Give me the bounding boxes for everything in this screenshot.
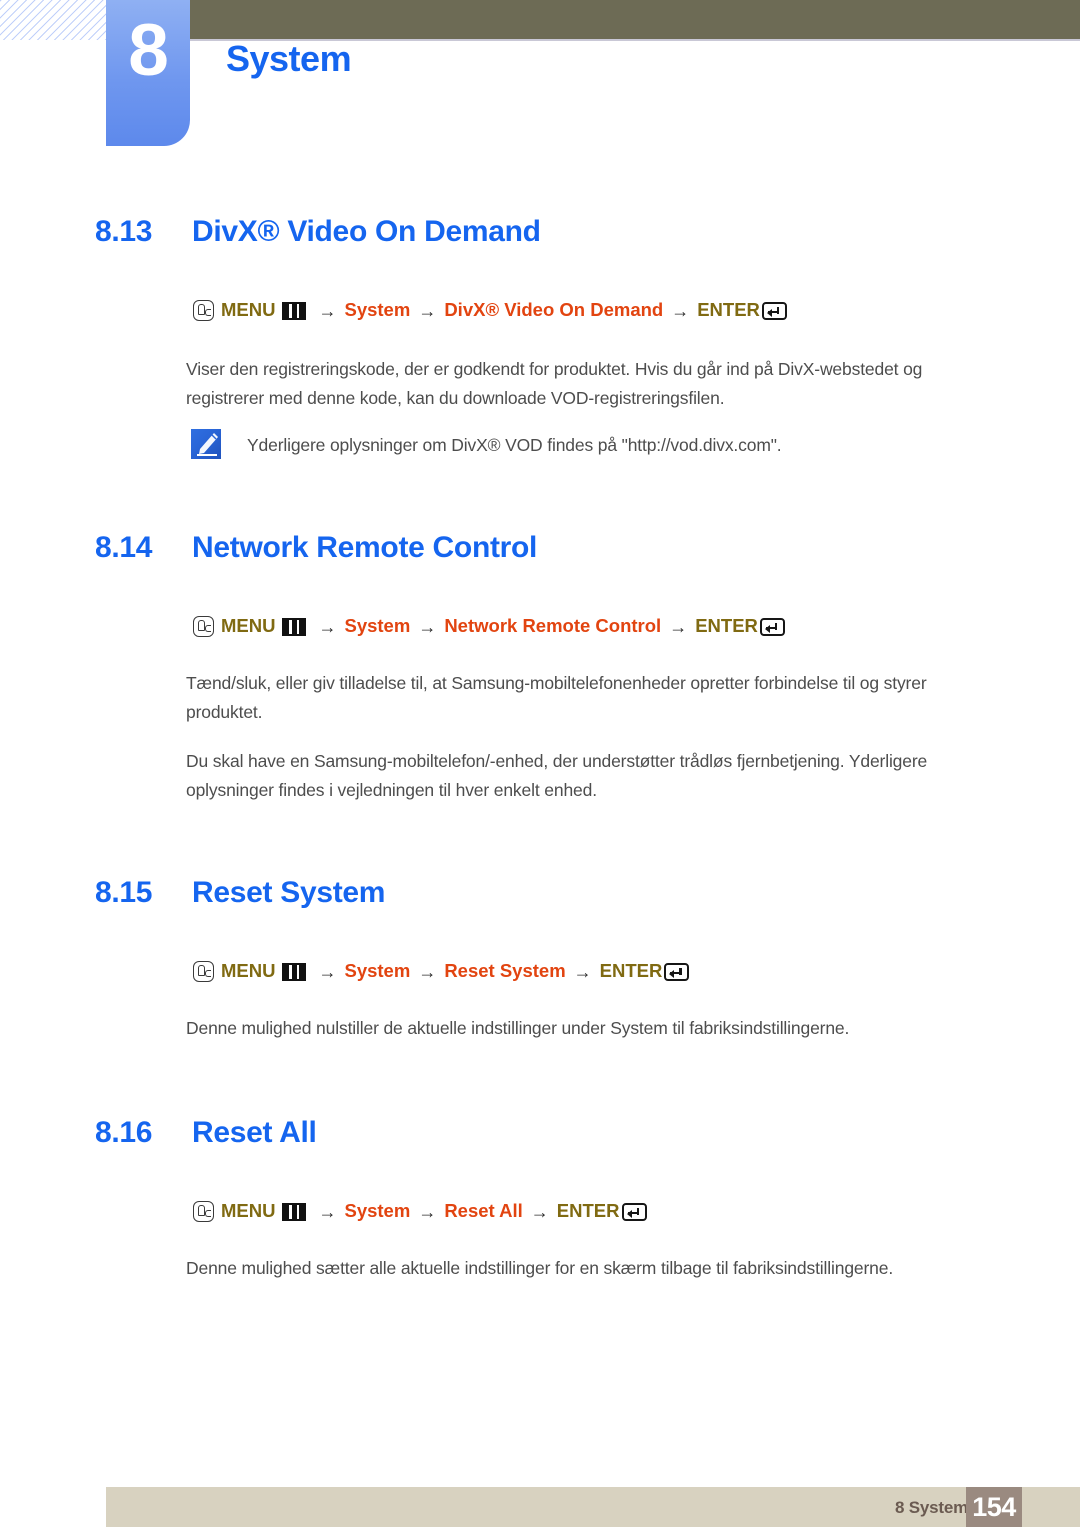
path-item-2[interactable]: Reset System xyxy=(444,962,565,981)
hand-press-icon xyxy=(193,616,214,637)
section-8-15: 8.15 Reset System MENU → System → Reset … xyxy=(0,876,1080,1038)
path-item-2[interactable]: Network Remote Control xyxy=(444,617,661,636)
menu-label[interactable]: MENU xyxy=(221,1202,275,1221)
menu-path: MENU → System → DivX® Video On Demand → … xyxy=(193,300,787,321)
section-8-13: 8.13 DivX® Video On Demand MENU → System… xyxy=(0,215,1080,459)
section-paragraph: Viser den registreringskode, der er godk… xyxy=(186,359,923,408)
menu-label[interactable]: MENU xyxy=(221,301,275,320)
section-paragraph: Du skal have en Samsung-mobiltelefon/-en… xyxy=(186,751,928,800)
section-name: Network Remote Control xyxy=(192,531,538,564)
section-heading: 8.14 Network Remote Control xyxy=(0,531,1080,577)
menu-bars-icon xyxy=(282,1202,307,1221)
path-arrow-icon: → xyxy=(318,961,337,982)
hand-press-icon xyxy=(193,1201,214,1222)
hand-press-icon xyxy=(193,961,214,982)
path-item-1[interactable]: System xyxy=(344,962,410,981)
path-arrow-icon: → xyxy=(318,616,337,637)
section-heading: 8.13 DivX® Video On Demand xyxy=(0,215,1080,261)
path-arrow-icon: → xyxy=(573,961,592,982)
path-arrow-icon: → xyxy=(318,300,337,321)
path-arrow-icon: → xyxy=(669,616,688,637)
enter-label[interactable]: ENTER xyxy=(695,617,758,636)
section-name: DivX® Video On Demand xyxy=(192,215,541,248)
section-heading: 8.15 Reset System xyxy=(0,876,1080,922)
path-item-2[interactable]: Reset All xyxy=(444,1202,522,1221)
path-arrow-icon: → xyxy=(530,1201,549,1222)
path-item-1[interactable]: System xyxy=(344,617,410,636)
menu-path: MENU → System → Reset System → ENTER xyxy=(193,961,690,982)
hand-press-icon xyxy=(193,300,214,321)
note-pen-icon xyxy=(191,429,221,459)
enter-key-icon xyxy=(621,1202,647,1221)
section-number: 8.14 xyxy=(95,531,153,564)
section-8-14: 8.14 Network Remote Control MENU → Syste… xyxy=(0,531,1080,800)
header-olive-bar xyxy=(190,0,1080,39)
section-paragraph: Denne mulighed nulstiller de aktuelle in… xyxy=(186,1018,850,1038)
section-number: 8.16 xyxy=(95,1116,153,1149)
chapter-number: 8 xyxy=(128,10,169,91)
menu-label[interactable]: MENU xyxy=(221,617,275,636)
path-arrow-icon: → xyxy=(418,616,437,637)
enter-key-icon xyxy=(759,617,785,636)
section-heading: 8.16 Reset All xyxy=(0,1116,1080,1162)
menu-label[interactable]: MENU xyxy=(221,962,275,981)
menu-bars-icon xyxy=(282,301,307,320)
section-paragraph: Denne mulighed sætter alle aktuelle inds… xyxy=(186,1258,894,1278)
note-text: Yderligere oplysninger om DivX® VOD find… xyxy=(247,435,782,455)
menu-bars-icon xyxy=(282,962,307,981)
menu-bars-icon xyxy=(282,617,307,636)
enter-label[interactable]: ENTER xyxy=(557,1202,620,1221)
section-8-16: 8.16 Reset All MENU → System → Reset All… xyxy=(0,1116,1080,1278)
path-item-2[interactable]: DivX® Video On Demand xyxy=(444,301,663,320)
chapter-title: System xyxy=(226,38,352,79)
footer-page-number: 154 xyxy=(966,1487,1022,1527)
section-number: 8.15 xyxy=(95,876,153,909)
path-item-1[interactable]: System xyxy=(344,301,410,320)
section-number: 8.13 xyxy=(95,215,153,248)
enter-key-icon xyxy=(664,962,690,981)
path-arrow-icon: → xyxy=(418,300,437,321)
diagonal-hatch-decoration xyxy=(0,0,106,40)
section-paragraph: Tænd/sluk, eller giv tilladelse til, at … xyxy=(186,673,927,722)
path-arrow-icon: → xyxy=(671,300,690,321)
path-item-1[interactable]: System xyxy=(344,1202,410,1221)
footer-chapter-label: 8 System xyxy=(894,1498,968,1517)
path-arrow-icon: → xyxy=(318,1201,337,1222)
section-name: Reset System xyxy=(192,876,386,909)
menu-path: MENU → System → Reset All → ENTER xyxy=(193,1201,647,1222)
menu-path: MENU → System → Network Remote Control →… xyxy=(193,616,785,637)
section-name: Reset All xyxy=(192,1116,317,1149)
enter-key-icon xyxy=(761,301,787,320)
chapter-tab: 8 xyxy=(106,0,190,146)
path-arrow-icon: → xyxy=(418,961,437,982)
enter-label[interactable]: ENTER xyxy=(697,301,760,320)
path-arrow-icon: → xyxy=(418,1201,437,1222)
enter-label[interactable]: ENTER xyxy=(600,962,663,981)
